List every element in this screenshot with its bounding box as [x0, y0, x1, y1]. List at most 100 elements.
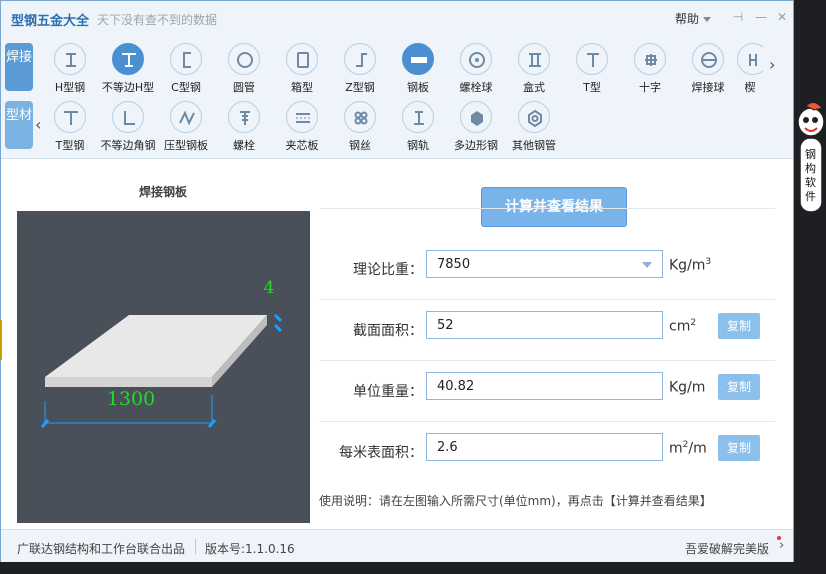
tool-welded-ball[interactable]: 焊接球: [679, 43, 737, 97]
tool-label: 其他钢管: [512, 139, 556, 152]
c-channel-icon: [170, 43, 202, 75]
field-input[interactable]: [426, 433, 663, 461]
tool-steel-wire[interactable]: 钢丝: [331, 101, 389, 155]
tool-unequal-angle[interactable]: 不等边角钢: [99, 101, 157, 155]
tool-label: 焊接球: [691, 81, 725, 94]
tool-label: 夹芯板: [285, 139, 319, 152]
other-pipe-icon: [518, 101, 550, 133]
width-dimension-text[interactable]: 1300: [107, 388, 155, 410]
tab-weld[interactable]: 焊接: [5, 43, 33, 91]
diagram-title: 焊接钢板: [138, 185, 187, 199]
tool-label: T型: [583, 81, 601, 94]
plate-diagram: 1300 4: [17, 211, 310, 523]
copy-button[interactable]: 复制: [718, 313, 760, 339]
chevron-down-icon[interactable]: [642, 262, 652, 268]
chevron-down-icon: [703, 17, 712, 22]
field-unit: Kg/m: [669, 379, 705, 396]
tool-other-pipe[interactable]: 其他钢管: [505, 101, 563, 155]
plate-drawing: 1300 4: [40, 278, 283, 428]
tool-bolt-ball[interactable]: 螺栓球: [447, 43, 505, 97]
tool-label: 圆管: [233, 81, 255, 94]
tool-h-beam[interactable]: H型钢: [41, 43, 99, 97]
rail-icon: [402, 101, 434, 133]
tool-c-channel[interactable]: C型钢: [157, 43, 215, 97]
unit-base: Kg/m: [669, 379, 706, 396]
unit-exponent: 3: [705, 257, 712, 267]
bolt-icon: [228, 101, 260, 133]
edition-link[interactable]: 吾爱破解完美版: [685, 540, 769, 557]
version-text: 版本号:1.1.0.16: [205, 542, 295, 556]
tool-z-section[interactable]: Z型钢: [331, 43, 389, 97]
help-menu[interactable]: 帮助: [675, 10, 712, 27]
tool-unequal-h-beam[interactable]: 不等边H型: [99, 43, 157, 97]
tool-label: 螺栓: [233, 139, 255, 152]
t-steel-icon: [54, 101, 86, 133]
tool-box-section[interactable]: 箱型: [273, 43, 331, 97]
tab-profile[interactable]: 型材: [5, 101, 33, 149]
field-unit: cm2: [669, 318, 696, 335]
round-pipe-icon: [228, 43, 260, 75]
thickness-dimension-text[interactable]: 4: [264, 278, 275, 298]
field-label: 理论比重：: [353, 262, 423, 278]
tool-profiled-sheet[interactable]: 压型钢板: [157, 101, 215, 155]
title-bar: 型钢五金大全 天下没有查不到的数据 帮助 ⊣ — ✕: [1, 1, 793, 35]
tool-label: T型钢: [55, 139, 85, 152]
steel-plate-icon: [402, 43, 434, 75]
app-title: 型钢五金大全: [11, 14, 90, 29]
tool-sandwich-panel[interactable]: 夹芯板: [273, 101, 331, 155]
tool-t-section[interactable]: T型: [563, 43, 621, 97]
field-input[interactable]: [426, 250, 663, 278]
plate-front-face: [45, 377, 212, 387]
copy-button[interactable]: 复制: [718, 435, 760, 461]
bolt-ball-icon: [460, 43, 492, 75]
app-window: 型钢五金大全 天下没有查不到的数据 帮助 ⊣ — ✕ 焊接 型材 › ‹ H型钢…: [0, 0, 794, 562]
row1-next-arrow[interactable]: ›: [769, 55, 775, 74]
tool-label: 十字: [639, 81, 661, 94]
tool-polygon-steel[interactable]: 多边形钢: [447, 101, 505, 155]
steel-wire-icon: [344, 101, 376, 133]
field-unit: Kg/m3: [669, 257, 711, 274]
tool-round-pipe[interactable]: 圆管: [215, 43, 273, 97]
unequal-angle-icon: [112, 101, 144, 133]
tool-steel-plate[interactable]: 钢板: [389, 43, 447, 97]
mascot-text: 钢构软件: [805, 148, 816, 203]
calculate-button[interactable]: 计算并查看结果: [481, 187, 627, 227]
unequal-h-beam-icon: [112, 43, 144, 75]
tool-rail[interactable]: 钢轨: [389, 101, 447, 155]
field-label: 截面面积：: [353, 323, 423, 339]
chevron-right-icon[interactable]: ›: [779, 538, 784, 553]
tool-box-type[interactable]: 盒式: [505, 43, 563, 97]
sandwich-panel-icon: [286, 101, 318, 133]
usage-instructions: 使用说明：请在左图输入所需尺寸(单位mm)，再点击【计算并查看结果】: [319, 494, 712, 508]
plate-top-face: [45, 315, 267, 377]
status-bar: 广联达钢结构和工作台联合出品 版本号:1.1.0.16 吾爱破解完美版 ›: [1, 529, 793, 562]
tool-label: 不等边角钢: [100, 139, 156, 152]
section-toolbar: 焊接 型材 › ‹ H型钢 不等边H型 C型钢 圆管 箱型 Z型钢 钢板 螺栓球 盒式 T型 十字焊…: [1, 35, 793, 159]
unit-base: Kg/m: [669, 257, 706, 274]
minimize-button[interactable]: —: [754, 10, 768, 24]
field-label: 单位重量：: [353, 384, 423, 400]
mascot-widget[interactable]: 钢构软件: [796, 100, 826, 216]
field-row: 单位重量： Kg/m 复制: [319, 360, 775, 420]
unit-base: cm: [669, 318, 691, 335]
tool-label: 钢丝: [349, 139, 371, 152]
field-row: 理论比重： Kg/m3: [319, 238, 775, 298]
copy-button[interactable]: 复制: [718, 374, 760, 400]
field-input[interactable]: [426, 372, 663, 400]
field-row: 每米表面积： m2/m 复制: [319, 421, 775, 481]
h-beam-icon: [54, 43, 86, 75]
tool-label: 多边形钢: [454, 139, 498, 152]
tool-label: 压型钢板: [164, 139, 208, 152]
tool-bolt[interactable]: 螺栓: [215, 101, 273, 155]
unit-exponent: 2: [690, 318, 697, 328]
field-unit: m2/m: [669, 440, 707, 457]
pin-button[interactable]: ⊣: [731, 10, 745, 24]
tool-wedge[interactable]: 楔: [737, 43, 763, 97]
tool-cross-section[interactable]: 十字: [621, 43, 679, 97]
unit-base: m: [669, 440, 683, 457]
tool-t-steel[interactable]: T型钢: [41, 101, 99, 155]
close-button[interactable]: ✕: [775, 10, 789, 24]
tool-label: 盒式: [523, 81, 545, 94]
field-label: 每米表面积：: [339, 445, 423, 461]
field-input[interactable]: [426, 311, 663, 339]
